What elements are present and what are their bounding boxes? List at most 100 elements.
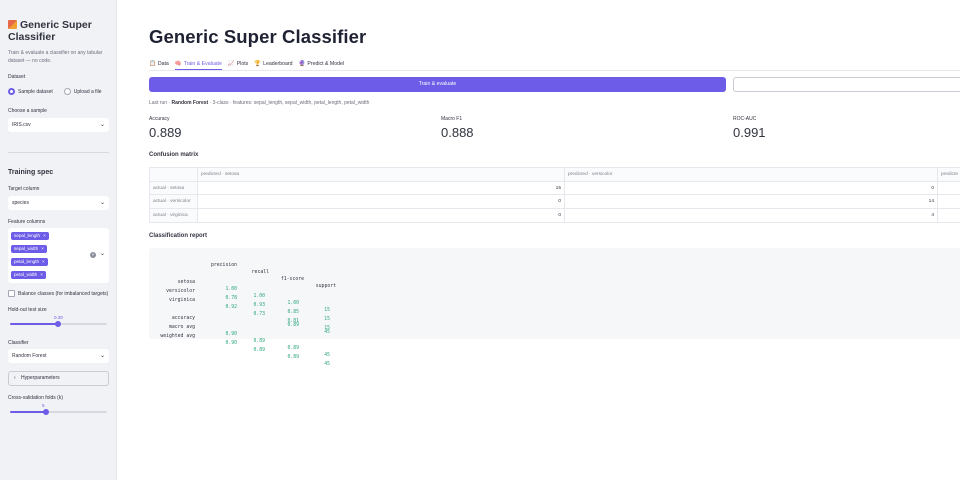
table-row: actual · versicolor 0 14 <box>149 194 960 210</box>
metric-value: 0.991 <box>733 125 766 140</box>
metric-label: Accuracy <box>149 116 170 122</box>
report-cell: 0.89 <box>253 339 265 344</box>
table-cell <box>937 180 960 196</box>
report-row-label: virginica <box>169 298 195 303</box>
table-cell: 14 <box>564 194 938 210</box>
target-select[interactable]: species ⌄ <box>8 196 109 210</box>
sample-select[interactable]: IRIS.csv ⌄ <box>8 118 109 132</box>
report-header: precision <box>211 263 237 268</box>
training-spec-heading: Training spec <box>8 169 54 176</box>
metric-macro-f1: Macro F1 0.888 <box>441 116 474 140</box>
tab-data[interactable]: 📋 Data <box>149 58 169 70</box>
radio-upload-file-label: Upload a file <box>73 88 102 95</box>
close-icon[interactable]: × <box>41 246 44 251</box>
sample-select-value: IRIS.csv <box>12 122 31 128</box>
classifier-select-value: Random Forest <box>12 353 47 359</box>
tab-bar: 📋 Data 🧠 Train & Evaluate 📈 Plots 🏆 Leaderbo… <box>149 58 344 70</box>
feature-tag-label: petal_width <box>14 272 38 277</box>
balance-classes-row[interactable]: Balance classes (for imbalanced targets) <box>8 290 108 297</box>
app-root: Generic Super Classifier Train & evaluat… <box>0 0 960 480</box>
row-label: actual · setosa <box>149 180 198 196</box>
feature-tag[interactable]: petal_width × <box>11 271 46 279</box>
chevron-down-icon: ⌄ <box>99 353 105 359</box>
cv-slider-fill <box>10 411 46 413</box>
metric-label: Macro F1 <box>441 116 463 122</box>
tab-plots[interactable]: 📈 Plots <box>228 58 248 70</box>
table-header-row: predicted · setosa predicted · versicolo… <box>149 167 960 182</box>
tab-label: Data <box>157 61 169 67</box>
report-row: macro avg 0.90 0.89 0.89 45 <box>155 317 330 358</box>
report-cell: 0.89 <box>287 346 299 351</box>
table-cell <box>937 208 960 223</box>
last-run-suffix: · 3-class · features: sepal_length, sepa… <box>209 100 370 106</box>
report-cell: 1.00 <box>225 287 237 292</box>
metric-value: 0.889 <box>149 125 182 140</box>
tab-leaderboard[interactable]: 🏆 Leaderboard <box>254 58 292 70</box>
tab-train-evaluate[interactable]: 🧠 Train & Evaluate <box>174 58 222 70</box>
confusion-matrix-table: predicted · setosa predicted · versicolo… <box>149 167 960 223</box>
balance-classes-checkbox[interactable] <box>8 290 15 297</box>
report-cell: 0.85 <box>287 310 299 315</box>
table-row: actual · setosa 15 0 <box>149 180 960 196</box>
hyperparameters-expander[interactable]: › Hyperparameters <box>8 371 109 386</box>
table-corner-cell <box>149 167 198 182</box>
chevron-down-icon: ⌄ <box>99 122 105 128</box>
report-cell: 0.89 <box>287 355 299 360</box>
holdout-slider-thumb[interactable] <box>55 321 61 327</box>
sidebar: Generic Super Classifier Train & evaluat… <box>0 0 117 480</box>
cv-folds-label: Cross-validation folds (k) <box>8 395 64 401</box>
feature-tag-label: sepal_length <box>14 233 41 238</box>
report-row: versicolor 0.78 0.93 0.85 15 <box>155 281 330 322</box>
chart-icon: 📈 <box>227 61 235 67</box>
clipboard-icon: 📋 <box>149 61 156 67</box>
report-cell: 0.90 <box>225 332 237 337</box>
holdout-slider-fill <box>10 323 58 325</box>
report-header: recall <box>251 270 269 275</box>
classifier-label: Classifier <box>8 340 29 346</box>
table-cell: 4 <box>564 208 938 223</box>
feature-tag[interactable]: sepal_width × <box>11 245 47 253</box>
page-title: Generic Super Classifier <box>149 26 367 47</box>
holdout-slider[interactable] <box>10 321 107 327</box>
table-cell: 0 <box>564 180 938 196</box>
close-icon[interactable]: × <box>43 233 46 238</box>
report-header: f1-score <box>280 277 304 282</box>
abacus-icon <box>8 20 17 29</box>
table-row: actual · virginica 0 4 <box>149 208 960 223</box>
feature-tag[interactable]: petal_length × <box>11 258 48 266</box>
radio-sample-dataset[interactable] <box>8 88 15 95</box>
sample-label: Choose a sample <box>8 108 47 114</box>
clear-all-icon[interactable]: × <box>90 252 96 258</box>
feature-tag[interactable]: sepal_length × <box>11 232 49 240</box>
classifier-select[interactable]: Random Forest ⌄ <box>8 349 109 363</box>
close-icon[interactable]: × <box>42 259 45 264</box>
tab-predict-model[interactable]: 🔮 Predict & Model <box>299 58 344 70</box>
chevron-down-icon[interactable]: ⌄ <box>100 250 105 257</box>
cv-slider-value: 5 <box>42 403 45 408</box>
secondary-button[interactable] <box>733 77 960 92</box>
sidebar-title-text: Generic Super Classifier <box>8 19 92 43</box>
sidebar-title: Generic Super Classifier <box>8 19 108 43</box>
radio-upload-file[interactable] <box>63 88 71 95</box>
cv-slider[interactable] <box>10 409 107 415</box>
features-label: Feature columns <box>8 219 46 225</box>
feature-multiselect[interactable]: sepal_length × sepal_width × petal_length ×… <box>8 228 109 283</box>
table-cell: 0 <box>197 208 565 223</box>
close-icon[interactable]: × <box>40 272 43 277</box>
sidebar-divider <box>8 152 109 153</box>
balance-classes-label: Balance classes (for imbalanced targets) <box>18 290 109 297</box>
table-cell: 0 <box>197 194 565 210</box>
tab-label: Leaderboard <box>263 61 293 67</box>
report-row-label: weighted avg <box>160 334 195 339</box>
report-row: setosa 1.00 1.00 1.00 15 <box>155 272 330 313</box>
metric-value: 0.888 <box>441 125 474 140</box>
report-cell: 0.78 <box>225 296 237 301</box>
feature-tag-label: petal_length <box>14 259 40 264</box>
train-evaluate-button[interactable]: Train & evaluate <box>149 77 726 92</box>
metric-accuracy: Accuracy 0.889 <box>149 116 182 140</box>
tab-label: Predict & Model <box>307 61 345 67</box>
row-label: actual · virginica <box>149 208 198 223</box>
report-header-row: precision recall f1-score support <box>155 255 336 289</box>
cv-slider-thumb[interactable] <box>43 409 49 415</box>
report-cell: 1.00 <box>253 294 265 299</box>
